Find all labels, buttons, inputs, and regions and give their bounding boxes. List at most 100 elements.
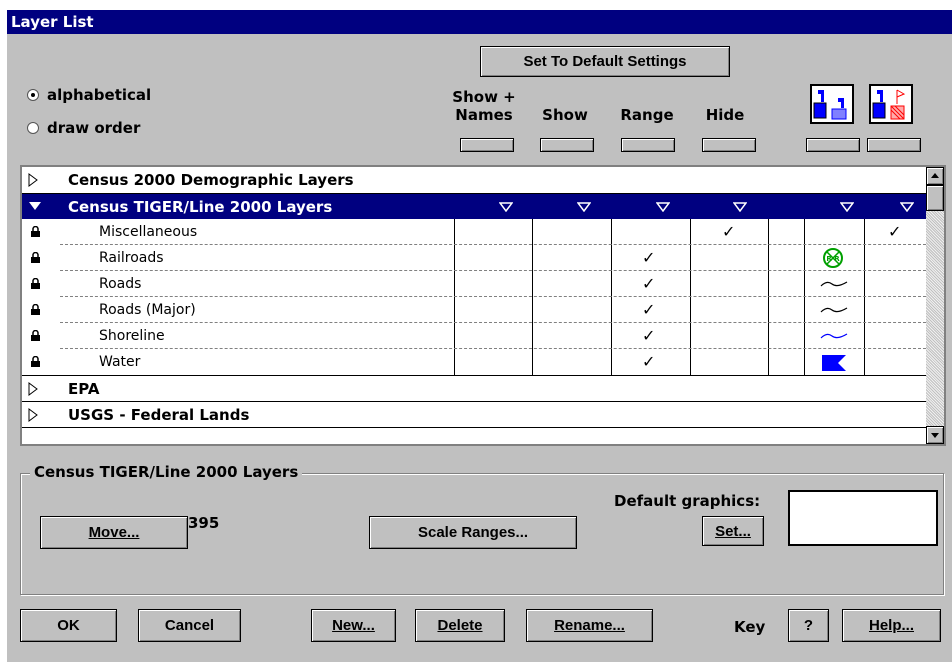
group-row-epa[interactable]: EPA [22,375,926,401]
rename-button-label: Rename... [554,617,625,634]
blue-area-icon[interactable] [820,353,848,373]
radio-selected-icon [27,89,39,101]
vertical-scrollbar[interactable] [926,167,944,444]
range-check[interactable]: ✓ [642,326,655,345]
show-names-line1: Show + [452,88,516,106]
group-show-names-dropdown-icon[interactable] [499,202,513,212]
group-label-dropdown-icon[interactable] [900,202,914,212]
blue-line-icon[interactable] [820,331,848,341]
cancel-button[interactable]: Cancel [138,609,241,642]
set-button-label: Set... [715,522,751,540]
hide-all-button[interactable] [702,138,756,152]
details-group-title: Census TIGER/Line 2000 Layers [30,463,303,481]
group-row-usgs-federal-lands[interactable]: USGS - Federal Lands [22,401,926,427]
lock-icon [31,226,40,237]
sort-alphabetical-radio[interactable]: alphabetical [27,86,151,104]
group-hide-dropdown-icon[interactable] [733,202,747,212]
radio-unselected-icon [27,122,39,134]
lock-icon [31,252,40,263]
lock-icon [31,356,40,367]
ok-button[interactable]: OK [20,609,117,642]
group-style-dropdown-icon[interactable] [840,202,854,212]
range-check[interactable]: ✓ [642,248,655,267]
range-check[interactable]: ✓ [642,274,655,293]
layer-row-railroads[interactable]: Railroads ✓ R R [22,245,926,271]
label-style-all-button[interactable] [867,138,921,152]
help-button[interactable]: Help... [842,609,941,642]
layer-name: Roads [99,276,142,292]
lock-icon [31,330,40,341]
scroll-down-button[interactable] [926,426,944,444]
scroll-down-icon [931,433,939,438]
sort-draw-order-radio[interactable]: draw order [27,119,140,137]
layer-name: Roads (Major) [99,302,196,318]
label-style-red-icon[interactable] [869,84,913,124]
list-bottom-row [22,427,926,444]
layer-name: Water [99,354,141,370]
set-default-settings-button[interactable]: Set To Default Settings [480,46,730,77]
scale-ranges-button[interactable]: Scale Ranges... [369,516,577,549]
layer-row-shoreline[interactable]: Shoreline ✓ [22,323,926,349]
key-label: Key [734,618,766,636]
title-bar: Layer List [7,10,952,34]
layer-list-content: Census 2000 Demographic Layers Census TI… [22,167,926,444]
layer-list-dialog: Layer List Set To Default Settings alpha… [7,10,952,662]
group-range-dropdown-icon[interactable] [656,202,670,212]
collapse-down-icon[interactable] [28,200,42,212]
black-line-icon[interactable] [820,305,848,315]
hide-check[interactable]: ✓ [722,222,735,241]
railroad-crossing-icon[interactable]: R R [822,247,844,269]
show-names-all-button[interactable] [460,138,514,152]
group-name: Census 2000 Demographic Layers [68,171,354,189]
group-row-census-demographic[interactable]: Census 2000 Demographic Layers [22,167,926,193]
new-button[interactable]: New... [311,609,396,642]
move-button-label: Move... [88,524,140,541]
scroll-up-button[interactable] [926,167,944,185]
sort-alphabetical-label: alphabetical [47,86,152,104]
move-button[interactable]: Move... [40,516,188,549]
layer-list: Census 2000 Demographic Layers Census TI… [20,165,946,446]
black-line-icon[interactable] [820,279,848,289]
layer-row-roads-major[interactable]: Roads (Major) ✓ [22,297,926,323]
show-all-button[interactable] [540,138,594,152]
range-check[interactable]: ✓ [642,352,655,371]
range-check[interactable]: ✓ [642,300,655,319]
label-check[interactable]: ✓ [888,222,901,241]
layer-style-all-button[interactable] [806,138,860,152]
lock-icon [31,278,40,289]
group-name: EPA [68,380,100,398]
column-show-header: Show [542,106,588,124]
svg-text:R R: R R [826,255,840,263]
range-all-button[interactable] [621,138,675,152]
column-show-names-header: Show + Names [448,88,520,124]
delete-button[interactable]: Delete [415,609,505,642]
key-help-button[interactable]: ? [788,609,829,642]
layer-row-roads[interactable]: Roads ✓ [22,271,926,297]
group-show-dropdown-icon[interactable] [577,202,591,212]
group-row-census-tiger[interactable]: Census TIGER/Line 2000 Layers [22,193,926,219]
group-name: Census TIGER/Line 2000 Layers [68,198,333,216]
layer-name: Shoreline [99,328,165,344]
layer-style-blue-icon[interactable] [810,84,854,124]
layer-name: Railroads [99,250,164,266]
rename-button[interactable]: Rename... [526,609,653,642]
layer-row-water[interactable]: Water ✓ [22,349,926,375]
help-button-label: Help... [868,617,914,634]
scroll-thumb[interactable] [926,185,944,211]
show-names-line2: Names [455,106,513,124]
expand-right-icon[interactable] [28,408,38,422]
expand-right-icon[interactable] [28,382,38,396]
sort-draw-order-label: draw order [47,119,141,137]
expand-right-icon[interactable] [28,173,38,187]
scale-ranges-button-label: Scale Ranges... [417,524,529,541]
layer-name: Miscellaneous [99,224,198,240]
column-hide-header: Hide [705,106,745,124]
layer-row-miscellaneous[interactable]: Miscellaneous ✓ ✓ [22,219,926,245]
lock-icon [31,304,40,315]
set-default-graphics-button[interactable]: Set... [702,516,764,546]
new-button-label: New... [332,617,375,634]
scroll-up-icon [931,173,939,178]
default-graphics-preview [788,490,938,546]
group-name: USGS - Federal Lands [68,406,250,424]
column-range-header: Range [620,106,674,124]
